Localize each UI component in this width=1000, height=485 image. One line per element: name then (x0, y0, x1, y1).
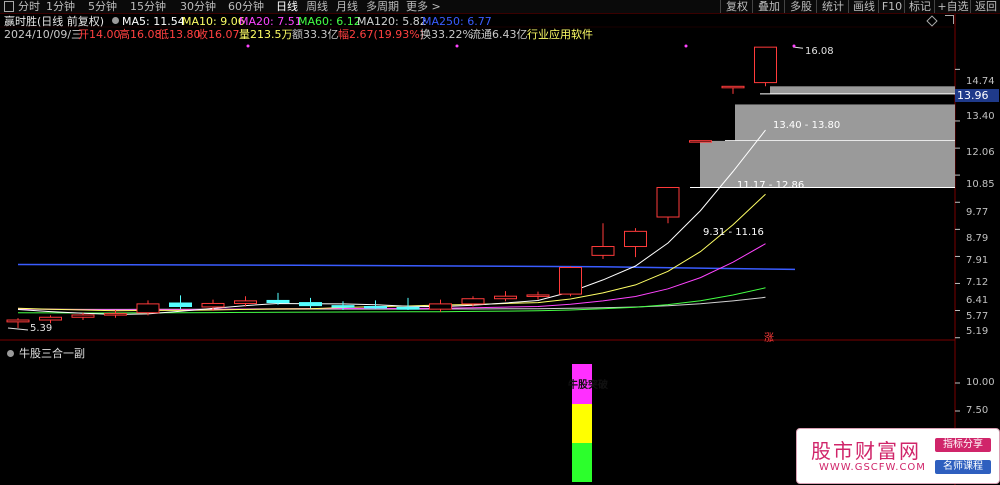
candle-body (234, 300, 257, 304)
kline-chart[interactable] (0, 0, 1000, 485)
quote-close: 收16.07 (197, 28, 240, 41)
candle-body (689, 140, 712, 143)
gap-zone-label: 9.31 - 11.16 (703, 227, 764, 238)
signal-dot (792, 44, 796, 48)
candle-body (396, 306, 420, 310)
signal-dot (246, 44, 250, 48)
watermark-brand: 股市财富网 (811, 439, 921, 463)
candle-body (266, 299, 290, 304)
ma120-label: MA120: 5.82 (357, 15, 427, 28)
ma5-label: MA5: 11.54 (122, 15, 185, 28)
gap-zone-label: 11.17 - 12.86 (737, 180, 805, 191)
candle-body (104, 313, 127, 316)
ma250-label: MA250: 6.77 (422, 15, 492, 28)
ma60-label: MA60: 6.12 (298, 15, 361, 28)
candle-body (299, 302, 322, 307)
candle-body (71, 314, 95, 318)
signal-bar-yellow (572, 404, 592, 443)
candle-body (494, 295, 517, 300)
ma10-line (17, 193, 766, 312)
candle-body (526, 294, 550, 297)
ma120-line (17, 296, 766, 310)
gap-zone (770, 86, 955, 94)
quote-float: 流通6.43亿 (470, 28, 528, 41)
candle-body (721, 85, 745, 89)
subchart-settings-icon[interactable] (7, 350, 14, 357)
candle-body (461, 298, 485, 305)
price-tick: 7.12 (966, 277, 989, 288)
ma5-line (17, 129, 766, 316)
stock-title: 赢时胜(日线 前复权) (4, 15, 105, 28)
candle-body (169, 302, 192, 308)
settings-icon[interactable] (112, 17, 119, 24)
low-label-pointer (7, 327, 29, 331)
quote-industry: 行业应用软件 (527, 28, 593, 41)
candle-body (591, 246, 615, 256)
price-tick: 6.41 (966, 295, 989, 306)
quote-high: 高16.08 (119, 28, 162, 41)
watermark-tag-courses: 名师课程 (935, 460, 991, 474)
price-tick: 13.40 (966, 111, 995, 122)
candle-body (754, 46, 777, 84)
gap-zone-label: 13.40 - 13.80 (773, 120, 841, 131)
watermark-logo: 股市财富网 WWW.GSCFW.COM 指标分享 名师课程 (796, 428, 1000, 484)
watermark-tag-indicators: 指标分享 (935, 438, 991, 452)
subchart-title: 牛股三合一副 (19, 347, 85, 360)
candle-body (559, 267, 582, 295)
subchart-tick: 10.00 (966, 377, 995, 388)
candle-body (6, 319, 30, 323)
quote-volume: 量213.5万 (239, 28, 293, 41)
quote-low: 低13.80 (158, 28, 201, 41)
price-tick: 5.19 (966, 326, 989, 337)
watermark-url: WWW.GSCFW.COM (819, 462, 926, 473)
ma20-label: MA20: 7.51 (239, 15, 302, 28)
limit-up-marker: 涨 (764, 333, 774, 344)
candle-body (624, 230, 647, 248)
high-price-label: 16.08 (805, 46, 834, 57)
candle-body (136, 303, 160, 314)
signal-dot (684, 44, 688, 48)
candle-body (331, 305, 355, 308)
price-tick: 5.77 (966, 311, 989, 322)
current-price-tag: 13.96 (955, 89, 999, 102)
price-tick: 12.06 (966, 147, 995, 158)
candle-body (364, 306, 387, 309)
candle-body (429, 303, 452, 310)
breakout-signal-label: 牛股突破 (568, 380, 608, 391)
price-tick: 10.85 (966, 179, 995, 190)
price-tick: 14.74 (966, 76, 995, 87)
quote-amount: 额33.3亿 (292, 28, 339, 41)
subchart-tick: 7.50 (966, 405, 989, 416)
ma10-label: MA10: 9.06 (182, 15, 245, 28)
quote-change: 幅2.67(19.93%) (338, 28, 425, 41)
quote-date: 2024/10/09/三 (4, 28, 83, 41)
gap-zone (735, 104, 955, 141)
candle-body (201, 302, 225, 308)
candle-body (39, 316, 62, 321)
quote-turnover: 换33.22% (420, 28, 473, 41)
candle-body (656, 186, 680, 218)
signal-bar-green (572, 443, 592, 482)
price-tick: 8.79 (966, 233, 989, 244)
low-price-label: 5.39 (30, 323, 53, 334)
signal-dot (455, 44, 459, 48)
expand-icon[interactable] (945, 15, 954, 24)
price-tick: 7.91 (966, 255, 989, 266)
price-tick: 9.77 (966, 207, 989, 218)
quote-open: 开14.00 (78, 28, 121, 41)
